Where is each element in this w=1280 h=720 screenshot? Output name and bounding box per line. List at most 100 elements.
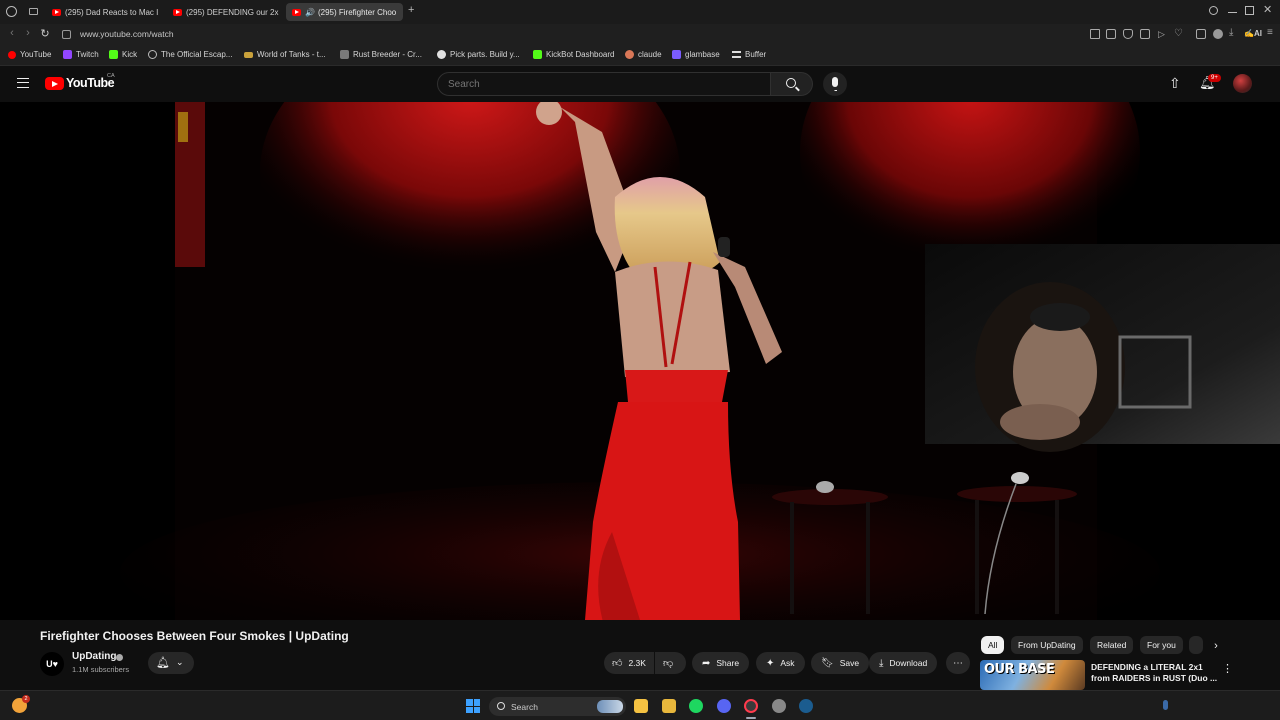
bookmark-claude[interactable]: claude bbox=[625, 50, 662, 59]
forward-button[interactable]: › bbox=[21, 27, 35, 39]
twitch-icon bbox=[63, 50, 72, 59]
play-icon[interactable]: ▷ bbox=[1158, 29, 1165, 40]
video-title: Firefighter Chooses Between Four Smokes … bbox=[40, 629, 349, 643]
hamburger-menu-icon[interactable] bbox=[17, 78, 29, 88]
steam-icon[interactable] bbox=[799, 699, 813, 713]
active-app-indicator bbox=[746, 717, 756, 719]
subscriber-count: 1.1M subscribers bbox=[72, 665, 130, 674]
like-count: 2.3K bbox=[628, 658, 646, 668]
bookmark-pcpartpicker[interactable]: Pick parts. Build y... bbox=[437, 50, 520, 59]
download-icon[interactable]: ⤓ bbox=[1229, 27, 1233, 38]
youtube-logo-icon[interactable] bbox=[45, 77, 64, 90]
download-label: Download bbox=[889, 658, 928, 668]
search-button[interactable] bbox=[771, 72, 813, 96]
chips-next-button[interactable]: › bbox=[1207, 637, 1225, 655]
more-actions-button[interactable]: ⋯ bbox=[946, 652, 970, 674]
video-player[interactable] bbox=[0, 102, 1280, 620]
folder-icon[interactable] bbox=[662, 699, 676, 713]
microphone-tray-icon[interactable] bbox=[1163, 700, 1168, 710]
channel-name[interactable]: UpDating bbox=[72, 651, 116, 662]
account-avatar[interactable] bbox=[1233, 74, 1252, 93]
search-icon bbox=[497, 702, 505, 710]
extensions-icon[interactable] bbox=[1196, 29, 1206, 39]
share-button[interactable]: ➦ Share bbox=[692, 652, 750, 674]
bookmark-label: The Official Escap... bbox=[161, 50, 233, 59]
taskbar-search-box[interactable]: Search bbox=[489, 697, 626, 716]
notifications-badge: 9+ bbox=[1208, 74, 1221, 82]
browser-logo-icon[interactable] bbox=[6, 6, 17, 17]
wallet-icon[interactable] bbox=[1140, 29, 1150, 39]
recommendation-thumbnail[interactable]: OUR BASE bbox=[980, 660, 1085, 690]
opera-icon[interactable] bbox=[744, 699, 758, 713]
bookmark-kick[interactable]: Kick bbox=[109, 50, 137, 59]
chip-from-updating[interactable]: From UpDating bbox=[1011, 636, 1083, 654]
gear-icon bbox=[148, 50, 157, 59]
back-button[interactable]: ‹ bbox=[5, 27, 19, 39]
screenshot-icon[interactable] bbox=[1106, 29, 1116, 39]
chip-all[interactable]: All bbox=[981, 636, 1005, 654]
subscription-bell-button[interactable]: 🔔︎ ⌄ bbox=[148, 652, 194, 674]
heart-icon[interactable]: ♡ bbox=[1174, 28, 1183, 39]
discord-icon[interactable] bbox=[717, 699, 731, 713]
chip-more-partial[interactable] bbox=[1189, 636, 1203, 654]
recommendation-title[interactable]: DEFENDING a LITERAL 2x1 from RAIDERS in … bbox=[1091, 662, 1221, 684]
bookmark-rust-breeder[interactable]: Rust Breeder - Cr... bbox=[340, 50, 422, 59]
bookmark-twitch[interactable]: Twitch bbox=[63, 50, 99, 59]
channel-avatar[interactable]: U♥ bbox=[40, 652, 64, 676]
tank-icon bbox=[244, 51, 253, 58]
tab-firefighter[interactable]: 🔊 (295) Firefighter Choo bbox=[286, 3, 403, 21]
start-tile bbox=[466, 706, 473, 713]
spotify-icon[interactable] bbox=[689, 699, 703, 713]
url-field[interactable]: www.youtube.com/watch bbox=[80, 29, 174, 39]
plant-icon bbox=[340, 50, 349, 59]
claude-icon bbox=[625, 50, 634, 59]
site-info-icon[interactable] bbox=[62, 30, 71, 39]
reload-button[interactable]: ↻ bbox=[38, 27, 52, 40]
tab-dad-reacts[interactable]: (295) Dad Reacts to Mac I bbox=[46, 3, 160, 21]
download-icon: ⤓ bbox=[879, 657, 884, 669]
bookmark-youtube[interactable]: YouTube bbox=[8, 50, 51, 59]
chip-for-you[interactable]: For you bbox=[1140, 636, 1183, 654]
download-button[interactable]: ⤓ Download bbox=[869, 652, 938, 674]
search-tabs-icon[interactable] bbox=[1209, 6, 1218, 15]
ai-icon[interactable]: ✍AI bbox=[1244, 29, 1262, 38]
profile-icon[interactable] bbox=[1213, 29, 1223, 39]
bookmark-label: claude bbox=[638, 50, 662, 59]
tab-defending[interactable]: (295) DEFENDING our 2x bbox=[167, 3, 279, 21]
game-launcher-icon[interactable] bbox=[772, 699, 786, 713]
microphone-icon bbox=[832, 77, 838, 87]
file-explorer-icon[interactable] bbox=[634, 699, 648, 713]
voice-search-button[interactable] bbox=[823, 72, 847, 96]
shield-icon[interactable] bbox=[1123, 29, 1133, 39]
kick-icon bbox=[109, 50, 118, 59]
maximize-button[interactable] bbox=[1245, 6, 1254, 15]
bookmark-label: YouTube bbox=[20, 50, 52, 59]
tab-label: (295) Firefighter Choo bbox=[317, 7, 397, 17]
widget-notification-badge: 2 bbox=[22, 695, 30, 703]
like-button[interactable]: 👍︎ 2.3K bbox=[604, 652, 654, 674]
chip-related[interactable]: Related bbox=[1090, 636, 1134, 654]
bookmark-icon[interactable] bbox=[1090, 29, 1100, 39]
bookmark-escape[interactable]: The Official Escap... bbox=[148, 50, 232, 59]
create-upload-icon[interactable]: ⇧ bbox=[1169, 75, 1181, 92]
bookmark-kickbot[interactable]: KickBot Dashboard bbox=[533, 50, 614, 59]
minimize-button[interactable] bbox=[1228, 12, 1237, 14]
pcpartpicker-icon bbox=[437, 50, 446, 59]
windows-start-icon[interactable] bbox=[466, 699, 480, 713]
new-tab-button[interactable]: + bbox=[408, 4, 414, 16]
tab-manager-icon[interactable] bbox=[29, 8, 38, 15]
bookmark-glambase[interactable]: glambase bbox=[672, 50, 720, 59]
bookmark-save-icon: 🔖︎ bbox=[821, 657, 834, 669]
bookmark-label: Rust Breeder - Cr... bbox=[353, 50, 422, 59]
search-icon-handle bbox=[795, 86, 800, 92]
bookmark-buffer[interactable]: Buffer bbox=[732, 50, 766, 59]
bookmark-world-of-tanks[interactable]: World of Tanks - t... bbox=[244, 50, 326, 59]
dislike-button[interactable]: 👎︎ bbox=[655, 652, 686, 674]
browser-menu-icon[interactable]: ≡ bbox=[1267, 27, 1273, 38]
close-window-button[interactable]: ✕ bbox=[1263, 3, 1272, 16]
video-frame bbox=[0, 102, 1280, 620]
kebab-menu-icon[interactable]: ⋮ bbox=[1222, 662, 1233, 675]
search-input[interactable] bbox=[437, 72, 771, 96]
ask-button[interactable]: ✦ Ask bbox=[756, 652, 805, 674]
save-button[interactable]: 🔖︎ Save bbox=[811, 652, 870, 674]
